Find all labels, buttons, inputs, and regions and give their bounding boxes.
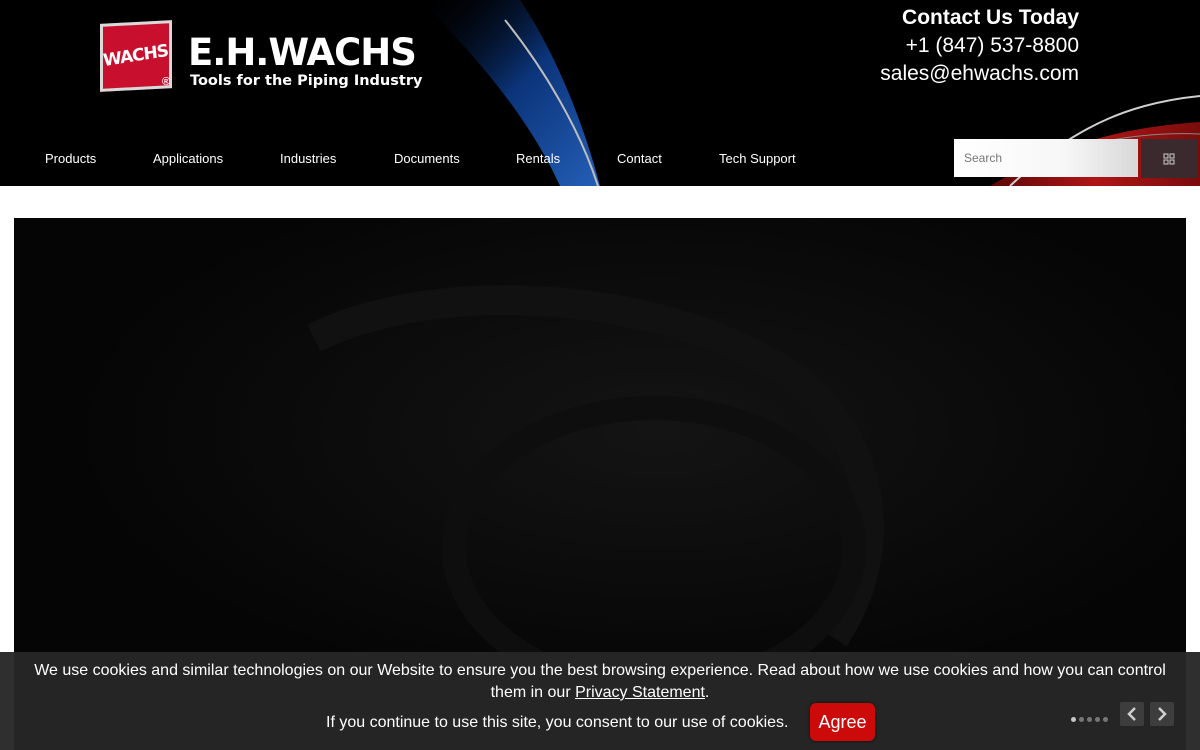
contact-phone[interactable]: +1 (847) 537-8800 [880, 32, 1079, 60]
registered-mark: ® [162, 76, 171, 88]
site-header: WACHS ® E.H.WACHS Tools for the Piping I… [0, 0, 1200, 186]
slider-next-button[interactable] [1150, 702, 1174, 726]
logo-tagline: Tools for the Piping Industry [190, 73, 423, 89]
slider-dot[interactable] [1079, 717, 1084, 722]
nav-item-products[interactable]: Products [45, 148, 96, 170]
slider-dot[interactable] [1087, 717, 1092, 722]
slider-dot[interactable] [1071, 717, 1076, 722]
contact-title: Contact Us Today [902, 6, 1079, 29]
cookie-message-period: . [704, 684, 710, 701]
nav-item-contact[interactable]: Contact [617, 148, 662, 170]
logo-company-name: E.H.WACHS [188, 31, 417, 74]
search-icon [1163, 153, 1175, 164]
nav-item-documents[interactable]: Documents [394, 148, 460, 170]
chevron-right-icon [1158, 707, 1167, 721]
nav-item-rentals[interactable]: Rentals [516, 148, 560, 170]
contact-block: Contact Us Today +1 (847) 537-8800 sales… [880, 4, 1079, 88]
nav-item-industries[interactable]: Industries [280, 148, 336, 170]
nav-item-tech-support[interactable]: Tech Support [719, 148, 796, 170]
slider-prev-button[interactable] [1120, 702, 1144, 726]
agree-button[interactable]: Agree [810, 703, 875, 741]
nav-item-applications[interactable]: Applications [153, 148, 223, 170]
cookie-message: We use cookies and similar technologies … [0, 652, 1200, 704]
privacy-statement-link[interactable]: Privacy Statement [575, 684, 705, 701]
slider-dot[interactable] [1103, 717, 1108, 722]
search-button[interactable] [1141, 139, 1197, 178]
chevron-left-icon [1127, 707, 1136, 721]
search-input[interactable] [954, 139, 1138, 177]
cookie-consent-text: If you continue to use this site, you co… [326, 714, 789, 731]
contact-email[interactable]: sales@ehwachs.com [880, 60, 1079, 88]
company-logo[interactable]: WACHS ® E.H.WACHS Tools for the Piping I… [100, 20, 423, 94]
logo-badge-text: WACHS [102, 41, 170, 71]
cookie-banner: We use cookies and similar technologies … [0, 652, 1200, 750]
slider-pagination [1071, 717, 1108, 722]
slider-dot[interactable] [1095, 717, 1100, 722]
